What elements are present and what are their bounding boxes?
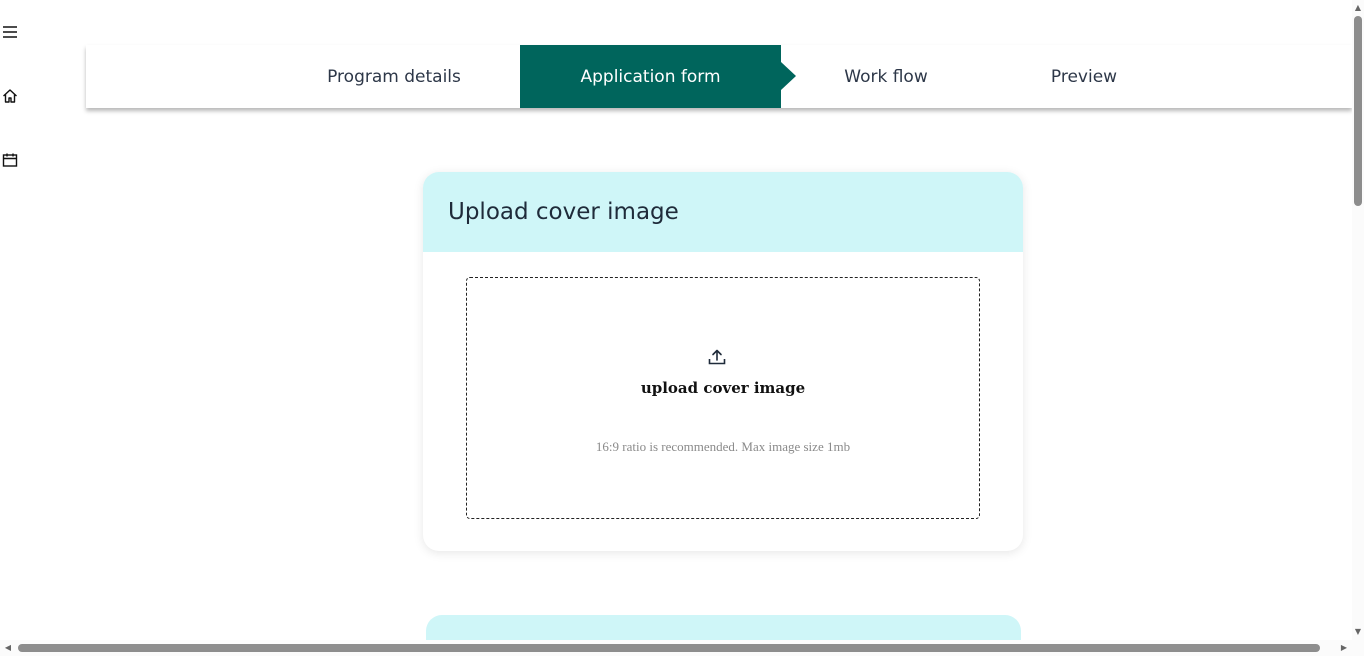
card-header: Upload cover image [423, 172, 1023, 252]
step-label: Preview [1050, 66, 1118, 87]
dropzone-hint: 16:9 ratio is recommended. Max image siz… [595, 439, 851, 454]
calendar-icon[interactable] [0, 150, 20, 170]
left-rail [0, 0, 24, 640]
scroll-left-arrow-icon[interactable]: ◀ [2, 642, 14, 654]
cover-image-dropzone[interactable]: upload cover image 16:9 ratio is recomme… [466, 277, 980, 519]
step-label: Work flow [844, 66, 928, 87]
vertical-scroll-thumb[interactable] [1354, 16, 1362, 206]
vertical-scrollbar[interactable]: ▲ ▼ [1352, 0, 1364, 640]
horizontal-scroll-thumb[interactable] [18, 644, 1320, 652]
stepper: Program details Application form Work fl… [86, 45, 1352, 108]
scroll-right-arrow-icon[interactable]: ▶ [1338, 642, 1350, 654]
horizontal-scrollbar[interactable]: ◀ ▶ [0, 640, 1352, 656]
step-program-details[interactable]: Program details [264, 45, 524, 108]
step-label: Application form [580, 66, 721, 87]
step-work-flow[interactable]: Work flow [781, 45, 991, 108]
home-icon[interactable] [0, 86, 20, 106]
step-application-form[interactable]: Application form [520, 45, 796, 108]
scroll-up-arrow-icon[interactable]: ▲ [1352, 2, 1364, 14]
scroll-down-arrow-icon[interactable]: ▼ [1352, 626, 1364, 638]
step-label: Program details [327, 66, 461, 87]
menu-icon[interactable] [0, 22, 20, 42]
dropzone-label: upload cover image [640, 379, 806, 397]
upload-cover-card: Upload cover image upload cover image 16… [423, 172, 1023, 551]
step-preview[interactable]: Preview [991, 45, 1177, 108]
scrollbar-corner [1352, 640, 1364, 656]
card-title: Upload cover image [448, 199, 679, 225]
upload-icon [708, 349, 726, 365]
